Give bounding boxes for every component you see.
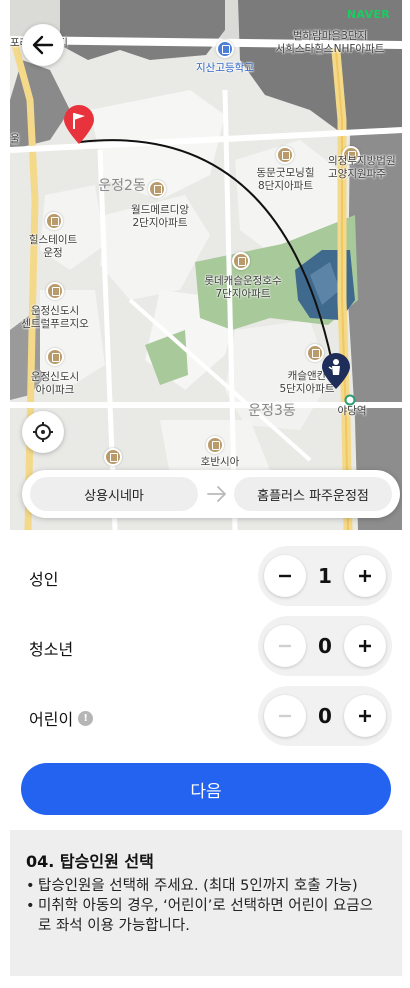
child-row: 어린이 ! 0 xyxy=(10,686,402,746)
child-stepper: 0 xyxy=(258,686,392,746)
apartment-icon xyxy=(46,282,64,300)
apartment-icon xyxy=(46,348,64,366)
teen-count: 0 xyxy=(318,634,332,658)
passenger-panel: 성인 1 청소년 0 어린이 ! 0 다음 xyxy=(10,530,402,830)
route-arrow-icon xyxy=(207,486,226,502)
map-label: 의정부지방법원 고양지원파주 xyxy=(328,155,396,180)
map-base xyxy=(10,0,402,530)
screen: 포레스트시티 울 별하람마을3단지 서희스타힐스NHF아파트 지산고등학교 운정… xyxy=(0,0,410,988)
origin-flag-icon[interactable] xyxy=(62,104,96,146)
current-location-icon xyxy=(33,422,53,442)
adult-label: 성인 xyxy=(29,570,59,589)
apartment-icon xyxy=(45,212,63,230)
station-label: 야당역 xyxy=(337,405,367,417)
destination-field[interactable]: 홈플러스 파주운정점 xyxy=(234,477,392,511)
destination-pin-icon[interactable] xyxy=(321,353,351,391)
apartment-icon xyxy=(276,146,294,164)
map-label: 운정신도시 아이파크 xyxy=(30,371,80,396)
map-label: 롯데캐슬운정호수 7단지아파트 xyxy=(204,275,282,300)
info-icon[interactable]: ! xyxy=(78,710,94,726)
teen-row: 청소년 0 xyxy=(10,616,402,676)
apartment-icon xyxy=(206,436,224,454)
map-label: 힐스테이트 운정 xyxy=(28,234,78,259)
adult-row: 성인 1 xyxy=(10,546,402,606)
minus-icon xyxy=(279,714,291,718)
next-button[interactable]: 다음 xyxy=(21,763,391,815)
adult-stepper: 1 xyxy=(258,546,392,606)
plus-icon xyxy=(359,710,371,722)
map-label: 호반시아 xyxy=(200,456,240,468)
map-label: 지산고등학교 xyxy=(196,62,254,74)
adult-plus-button[interactable] xyxy=(344,555,386,597)
adult-minus-button[interactable] xyxy=(264,555,306,597)
current-location-button[interactable] xyxy=(22,411,64,453)
map-label: 운정신도시 센트럴푸르지오 xyxy=(21,305,89,330)
origin-field[interactable]: 상용시네마 xyxy=(30,477,198,511)
guide-box: 04. 탑승인원 선택 • 탑승인원을 선택해 주세요. (최대 5인까지 호출 … xyxy=(10,830,402,976)
adult-count: 1 xyxy=(318,564,332,588)
back-button[interactable] xyxy=(22,24,64,66)
minus-icon xyxy=(279,574,291,578)
teen-label: 청소년 xyxy=(29,640,74,659)
school-icon xyxy=(216,40,234,58)
plus-icon xyxy=(359,570,371,582)
teen-plus-button[interactable] xyxy=(344,625,386,667)
teen-minus-button[interactable] xyxy=(264,625,306,667)
guide-item: • 탑승인원을 선택해 주세요. (최대 5인까지 호출 가능) xyxy=(26,878,358,894)
map-label: 별하람마을3단지 서희스타힐스NHF아파트 xyxy=(275,30,385,55)
map-area-label: 운정3동 xyxy=(248,403,296,419)
back-arrow-icon xyxy=(32,35,54,55)
minus-icon xyxy=(279,644,291,648)
map-label: 동문굿모닝힐 8단지아파트 xyxy=(256,167,315,192)
map-label: 울 xyxy=(10,133,20,145)
subway-station-icon xyxy=(344,394,356,406)
guide-item: • 미취학 아동의 경우, ‘어린이’로 선택하면 어린이 요금으로 좌석 이용 … xyxy=(26,898,373,934)
teen-stepper: 0 xyxy=(258,616,392,676)
child-label: 어린이 ! xyxy=(29,706,94,730)
guide-title: 04. 탑승인원 선택 xyxy=(26,852,154,871)
child-count: 0 xyxy=(318,704,332,728)
plus-icon xyxy=(359,640,371,652)
apartment-icon xyxy=(232,252,250,270)
apartment-icon xyxy=(104,448,122,466)
naver-logo: NAVER xyxy=(347,8,390,21)
map-area-label: 운정2동 xyxy=(98,178,146,194)
child-minus-button[interactable] xyxy=(264,695,306,737)
route-map[interactable]: 포레스트시티 울 별하람마을3단지 서희스타힐스NHF아파트 지산고등학교 운정… xyxy=(10,0,402,530)
child-plus-button[interactable] xyxy=(344,695,386,737)
map-label: 월드메르디앙 2단지아파트 xyxy=(131,204,189,229)
route-summary: 상용시네마 홈플러스 파주운정점 xyxy=(22,470,400,518)
